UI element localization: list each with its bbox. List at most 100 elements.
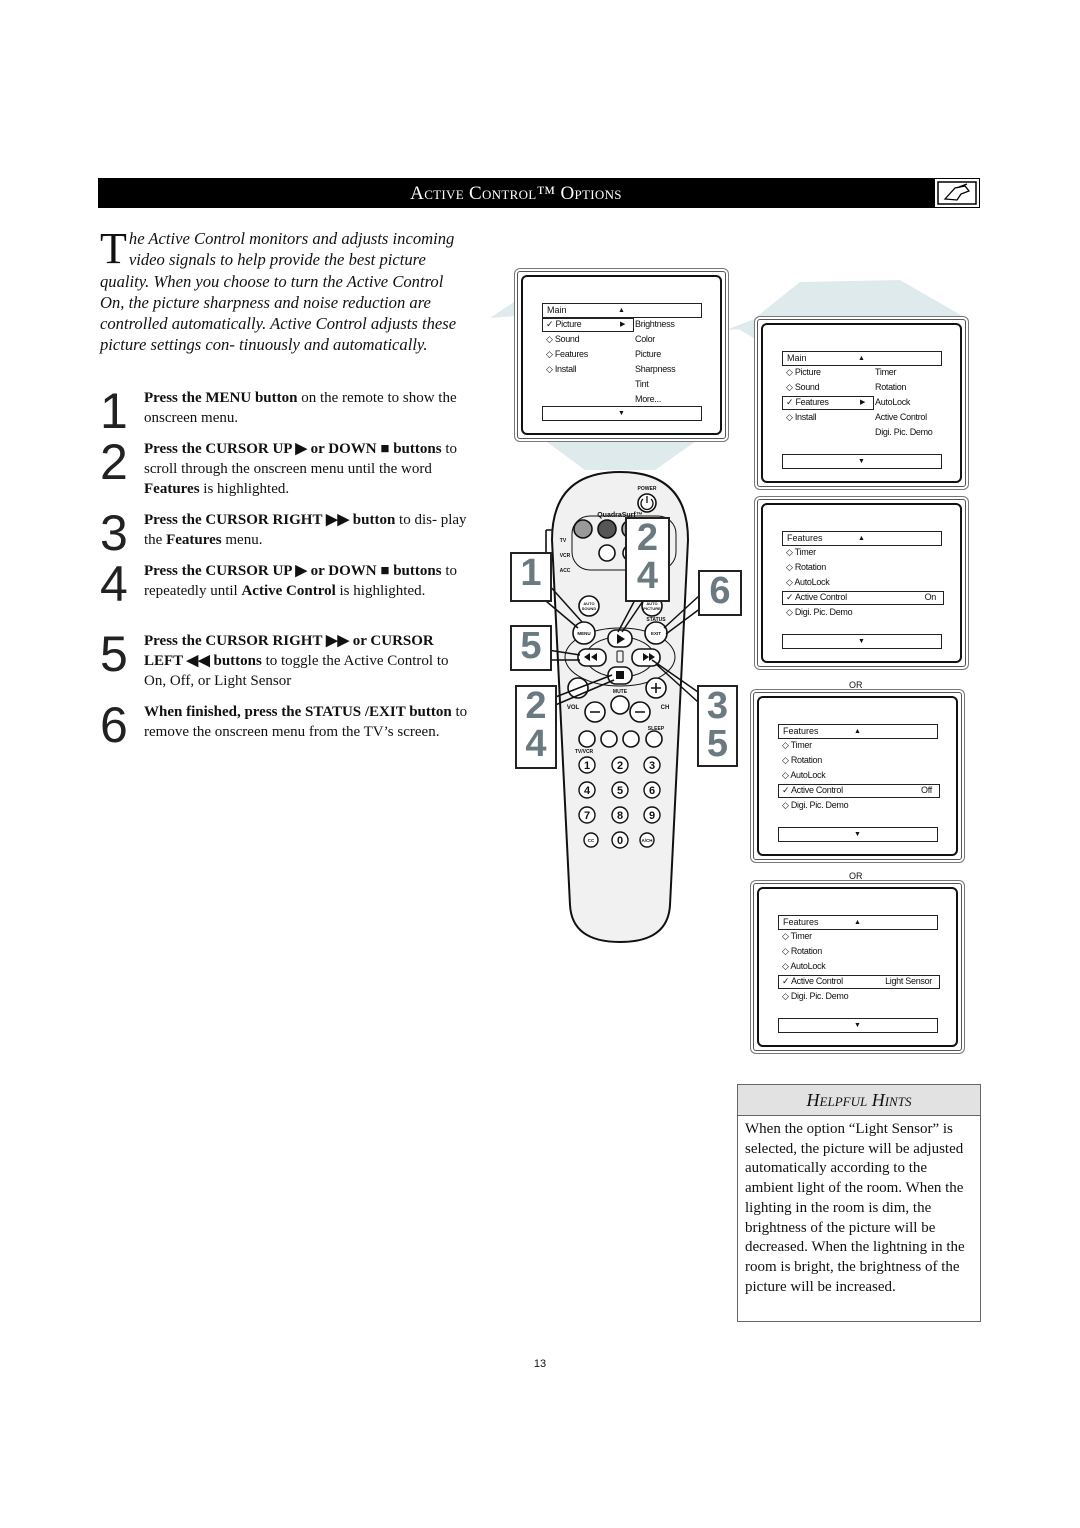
menu-label: MENU: [577, 631, 590, 636]
menu-item: ✓ Features ▶ AutoLock: [782, 396, 952, 410]
menu-item: ✓ Picture ▶ Brightness: [542, 318, 712, 332]
menu-item-label: ◇ Rotation: [782, 755, 822, 765]
status-label: STATUS: [646, 617, 666, 623]
step-number: 6: [100, 697, 128, 753]
step-text: is highlighted.: [199, 481, 290, 497]
menu-item-label: ◇ Rotation: [782, 946, 822, 956]
menu-item-value: Light Sensor: [885, 976, 932, 986]
menu-item-label: ✓ Active Control: [786, 592, 847, 602]
callout-number: 5: [706, 723, 729, 765]
arrow-up-icon: ▲: [858, 535, 865, 542]
ach-label: A/CH: [642, 838, 653, 843]
menu-item-label: ◇ Sound: [546, 334, 580, 344]
callout-number: 2: [525, 685, 547, 727]
step-text: is highlighted.: [335, 583, 426, 599]
submenu-item: Color: [635, 334, 656, 344]
tv-screen: Features ▲ ◇ Timer ◇ Rotation ◇ AutoLock ✓ Ac…: [753, 883, 962, 1051]
submenu-item: Timer: [875, 367, 897, 377]
tvvcr-label: TV/VCR: [575, 749, 594, 755]
menu-item-label: ✓ Picture: [546, 319, 582, 329]
submenu-item: Tint: [635, 379, 649, 389]
step-number: 2: [100, 434, 128, 490]
submenu-item: Brightness: [635, 319, 675, 329]
menu-item-label: ◇ Timer: [786, 547, 816, 557]
menu-item-value: On: [924, 592, 937, 602]
intro-paragraph: The Active Control monitors and adjusts …: [100, 227, 465, 356]
step-5: 5 Press the CURSOR RIGHT ▶▶ or CURSOR LE…: [100, 626, 470, 691]
menu-title-bar: Main ▲: [782, 351, 942, 366]
menu-item: ✓ Active Control Off: [778, 784, 948, 798]
arrow-down-icon: ▼: [618, 410, 625, 417]
menu-bottom-bar: ▼: [782, 454, 942, 469]
digit-label: 5: [617, 785, 623, 797]
menu-item-label: ◇ Sound: [786, 382, 820, 392]
menu-item: ◇ Timer: [778, 739, 948, 752]
menu-item-label: ◇ Install: [546, 364, 577, 374]
step-instruction: Press the MENU button: [144, 390, 298, 406]
menu-item: ◇ Features Picture: [542, 348, 712, 361]
digit-label: 4: [584, 785, 591, 797]
menu-bottom-bar: ▼: [778, 827, 938, 842]
hints-title: Helpful Hints: [738, 1085, 980, 1116]
tv-screen: Main ▲ ◇ Picture Timer ◇ Sound Rotation ✓ Feat…: [757, 319, 966, 487]
step-number: 3: [100, 505, 128, 561]
menu-item: More...: [542, 393, 712, 406]
intro-text: he Active Control monitors and adjusts i…: [100, 229, 457, 355]
menu-title: Features: [787, 533, 823, 543]
menu-item-label: ◇ Digi. Pic. Demo: [782, 991, 849, 1001]
section-header: Active Control™ Options: [98, 178, 934, 208]
arrow-down-icon: ▼: [854, 1022, 861, 1029]
step-keyword: Active Control: [241, 583, 336, 599]
menu-item: ✓ Active Control Light Sensor: [778, 975, 948, 989]
submenu-item: Active Control: [875, 412, 927, 422]
quadrasurf-button: [573, 519, 593, 539]
or-label: OR: [849, 871, 863, 881]
menu-item-label: ◇ AutoLock: [782, 770, 826, 780]
step-3: 3 Press the CURSOR RIGHT ▶▶ button to di…: [100, 508, 470, 558]
arrow-up-icon: ▲: [618, 307, 625, 314]
acc-label: ACC: [560, 568, 571, 574]
remote-hand-icon: [934, 178, 980, 208]
quadrasurf-button: [597, 519, 617, 539]
step-1: 1 Press the MENU button on the remote to…: [100, 386, 470, 436]
step-number: 5: [100, 626, 128, 682]
tv-screen: Features ▲ ◇ Timer ◇ Rotation ◇ AutoLock ✓ Ac…: [757, 499, 966, 667]
step-callout: 35: [697, 685, 738, 767]
submenu-item: Rotation: [875, 382, 907, 392]
menu-item: ◇ AutoLock: [778, 769, 948, 782]
menu-item: ◇ Sound Rotation: [782, 381, 952, 394]
menu-item: ◇ Rotation: [778, 945, 948, 958]
menu-item: ◇ AutoLock: [782, 576, 952, 589]
digit-label: 7: [584, 810, 590, 822]
menu-bottom-bar: ▼: [782, 634, 942, 649]
menu-bottom-bar: ▼: [778, 1018, 938, 1033]
submenu-item: AutoLock: [875, 397, 911, 407]
menu-title: Features: [783, 726, 819, 736]
arrow-right-icon: ▶: [860, 399, 866, 406]
menu-item: ◇ Rotation: [778, 754, 948, 767]
menu-item: ◇ Rotation: [782, 561, 952, 574]
callout-number: 4: [636, 555, 659, 597]
callout-number: 6: [709, 570, 731, 612]
menu-title-bar: Features ▲: [778, 915, 938, 930]
step-callout: 1: [510, 552, 552, 602]
power-label: POWER: [638, 486, 657, 492]
tv-label: TV: [560, 538, 567, 544]
digit-label: 8: [617, 810, 623, 822]
arrow-down-icon: ▼: [854, 831, 861, 838]
callout-number: 2: [636, 517, 659, 559]
arrow-up-icon: ▲: [854, 728, 861, 735]
ch-label: CH: [661, 705, 670, 711]
arrow-up-icon: ▲: [854, 919, 861, 926]
callout-number: 5: [520, 625, 542, 667]
digit-label: 1: [584, 760, 590, 772]
menu-item: Digi. Pic. Demo: [782, 426, 952, 439]
helpful-hints-box: Helpful Hints When the option “Light Sen…: [737, 1084, 981, 1322]
menu-item: ✓ Active Control On: [782, 591, 952, 605]
menu-item: ◇ AutoLock: [778, 960, 948, 973]
menu-item: ◇ Digi. Pic. Demo: [778, 799, 948, 812]
menu-title-bar: Main ▲: [542, 303, 702, 318]
menu-bottom-bar: ▼: [542, 406, 702, 421]
menu-item: ◇ Timer: [782, 546, 952, 559]
menu-item-label: ◇ Digi. Pic. Demo: [782, 800, 849, 810]
